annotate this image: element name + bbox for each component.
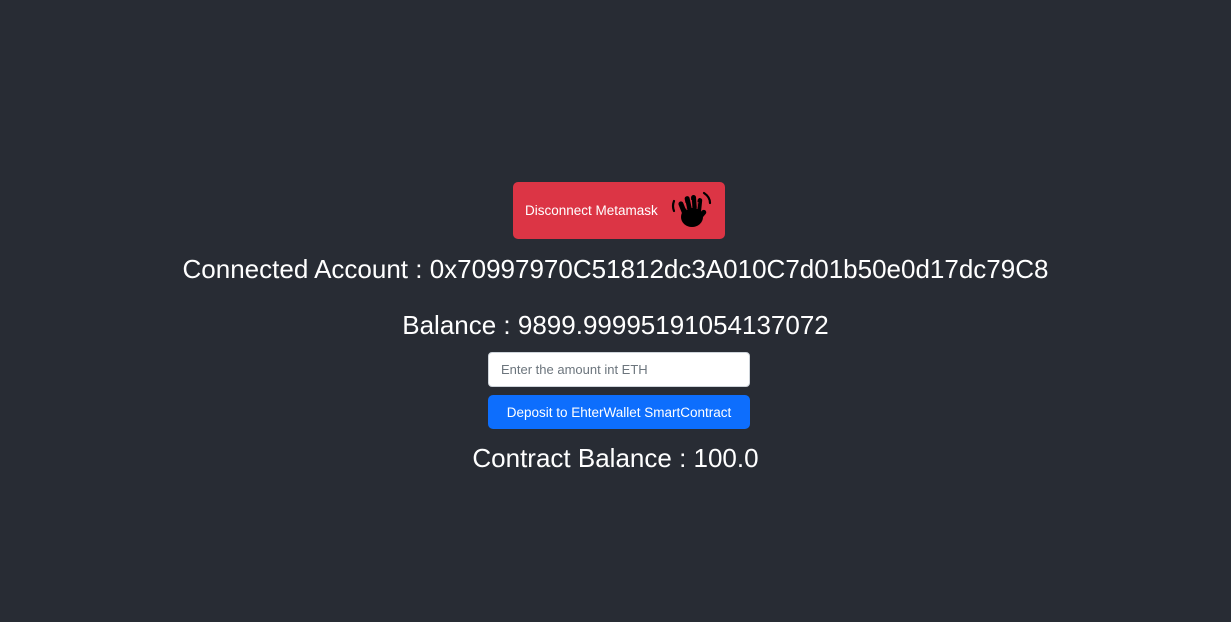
contract-balance-line: Contract Balance : 100.0 [0, 442, 1231, 474]
contract-balance-label: Contract Balance [472, 443, 672, 473]
disconnect-button-label: Disconnect Metamask [525, 203, 658, 218]
contract-balance-separator: : [671, 443, 694, 473]
balance-label: Balance [402, 310, 497, 340]
disconnect-metamask-button[interactable]: Disconnect Metamask [513, 182, 725, 239]
balance-value: 9899.99995191054137072 [517, 310, 829, 340]
connected-account-label: Connected Account [182, 254, 409, 284]
connected-account-address: 0x70997970C51812dc3A010C7d01b50e0d17dc79… [429, 254, 1049, 284]
connected-account-separator: : [408, 254, 430, 284]
amount-input[interactable] [488, 352, 750, 387]
waving-hand-icon [668, 189, 714, 231]
app-root: Disconnect Metamask Connected Account: … [0, 0, 1231, 622]
deposit-button[interactable]: Deposit to EhterWallet SmartContract [488, 395, 750, 429]
balance-separator: : [496, 310, 518, 340]
balance-line: Balance : 9899.99995191054137072 [0, 309, 1231, 341]
contract-balance-value: 100.0 [693, 443, 759, 473]
connected-account-line: Connected Account : 0x70997970C51812dc3A… [0, 253, 1231, 285]
